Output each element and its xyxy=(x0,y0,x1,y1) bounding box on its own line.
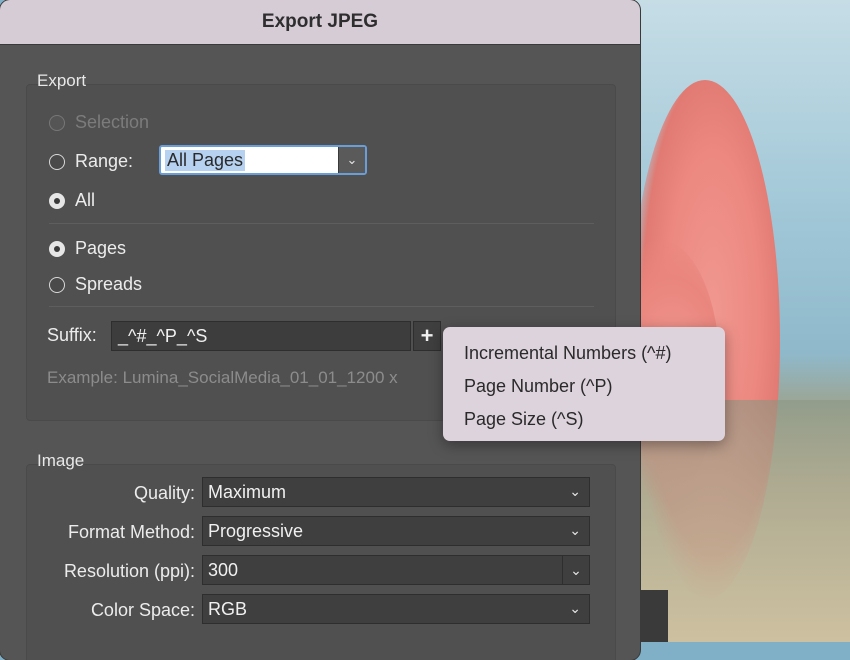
post xyxy=(638,590,668,642)
image-group-title: Image xyxy=(37,451,85,470)
range-combobox[interactable]: All Pages ⌄ xyxy=(159,145,367,175)
selection-option: Selection xyxy=(49,112,149,133)
format-method-select[interactable]: Progressive ⌄ xyxy=(202,516,590,546)
chevron-down-icon: ⌄ xyxy=(346,152,358,167)
pages-option[interactable]: Pages xyxy=(49,238,126,259)
suffix-label: Suffix: xyxy=(47,325,97,345)
range-input[interactable]: All Pages xyxy=(161,147,338,173)
export-group-title: Export xyxy=(37,71,87,90)
color-space-label: Color Space: xyxy=(90,600,195,620)
image-group: Image Quality: Maximum ⌄ Format Method: … xyxy=(26,451,616,660)
range-radio[interactable] xyxy=(49,153,65,170)
format-method-value: Progressive xyxy=(208,520,304,541)
all-label: All xyxy=(75,190,96,210)
all-radio[interactable] xyxy=(49,192,65,209)
menu-item-page-number[interactable]: Page Number (^P) xyxy=(464,376,613,397)
color-space-select[interactable]: RGB ⌄ xyxy=(202,594,590,624)
format-method-label: Format Method: xyxy=(67,522,195,542)
chevron-down-icon: ⌄ xyxy=(569,600,581,616)
quality-label: Quality: xyxy=(133,483,195,503)
range-dropdown-button[interactable]: ⌄ xyxy=(338,147,365,173)
chevron-down-icon: ⌄ xyxy=(569,522,581,538)
quality-select[interactable]: Maximum ⌄ xyxy=(202,477,590,507)
all-option[interactable]: All xyxy=(49,190,95,211)
add-token-button[interactable]: + xyxy=(413,321,441,351)
spreads-option[interactable]: Spreads xyxy=(49,274,142,295)
spreads-radio[interactable] xyxy=(49,276,65,293)
selection-label: Selection xyxy=(75,112,150,132)
chevron-down-icon: ⌄ xyxy=(569,483,581,499)
suffix-input[interactable]: _^#_^P_^S xyxy=(111,321,411,351)
range-option[interactable]: Range: xyxy=(49,151,133,172)
selection-radio xyxy=(49,114,65,131)
divider xyxy=(49,223,594,224)
suffix-token-menu: Incremental Numbers (^#) Page Number (^P… xyxy=(443,327,725,441)
resolution-combobox[interactable]: 300 ⌄ xyxy=(202,555,590,585)
chevron-down-icon: ⌄ xyxy=(570,561,582,578)
pages-radio[interactable] xyxy=(49,240,65,257)
pages-label: Pages xyxy=(75,238,127,258)
example-text: Example: Lumina_SocialMedia_01_01_1200 x xyxy=(47,368,398,387)
spreads-label: Spreads xyxy=(75,274,143,294)
plus-icon: + xyxy=(420,323,434,348)
menu-item-incremental-numbers[interactable]: Incremental Numbers (^#) xyxy=(464,343,672,364)
range-value: All Pages xyxy=(165,149,246,171)
divider xyxy=(49,306,594,307)
titlebar: Export JPEG xyxy=(0,0,640,45)
resolution-label: Resolution (ppi): xyxy=(63,561,195,581)
resolution-dropdown-button[interactable]: ⌄ xyxy=(562,556,589,584)
color-space-value: RGB xyxy=(208,598,248,619)
range-label: Range: xyxy=(75,151,134,171)
quality-value: Maximum xyxy=(208,481,287,502)
window-title: Export JPEG xyxy=(261,11,379,32)
resolution-value[interactable]: 300 xyxy=(208,560,238,581)
menu-item-page-size[interactable]: Page Size (^S) xyxy=(464,409,584,430)
